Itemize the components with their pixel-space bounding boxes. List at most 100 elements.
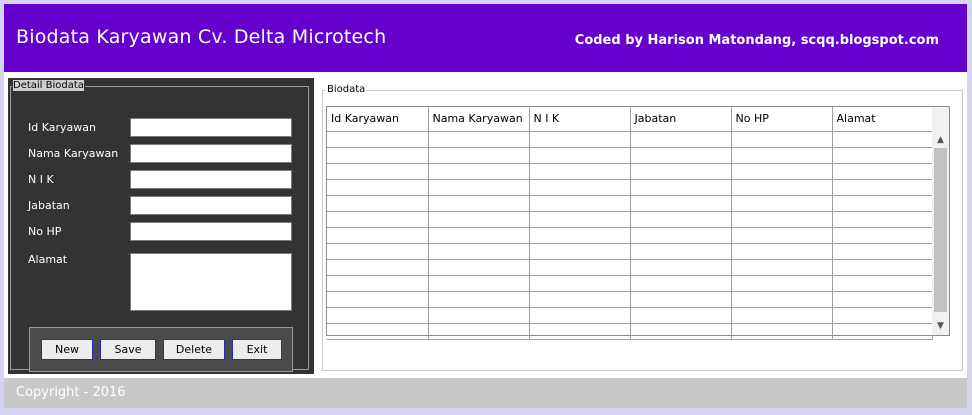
table-cell[interactable] — [327, 291, 429, 308]
table-cell[interactable] — [630, 275, 732, 292]
table-cell[interactable] — [630, 227, 732, 244]
table-cell[interactable] — [529, 307, 631, 324]
chevron-up-icon[interactable]: ▲ — [932, 133, 949, 147]
table-cell[interactable] — [630, 195, 732, 212]
table-row[interactable] — [327, 275, 933, 292]
table-cell[interactable] — [428, 163, 530, 180]
table-row[interactable] — [327, 195, 933, 212]
exit-button[interactable]: Exit — [232, 339, 282, 360]
table-row[interactable] — [327, 211, 933, 228]
table-row[interactable] — [327, 323, 933, 340]
table-cell[interactable] — [630, 259, 732, 276]
table-cell[interactable] — [832, 227, 933, 244]
table-row[interactable] — [327, 147, 933, 164]
table-cell[interactable] — [731, 243, 833, 260]
column-header[interactable]: Alamat — [832, 107, 933, 132]
table-cell[interactable] — [428, 195, 530, 212]
column-header[interactable]: N I K — [529, 107, 631, 132]
table-cell[interactable] — [832, 275, 933, 292]
table-cell[interactable] — [630, 147, 732, 164]
table-cell[interactable] — [630, 179, 732, 196]
table-row[interactable] — [327, 163, 933, 180]
table-cell[interactable] — [731, 307, 833, 324]
table-cell[interactable] — [327, 211, 429, 228]
table-cell[interactable] — [327, 147, 429, 164]
table-cell[interactable] — [832, 323, 933, 340]
table-cell[interactable] — [731, 227, 833, 244]
id-karyawan-input[interactable] — [130, 118, 292, 137]
table-cell[interactable] — [529, 211, 631, 228]
table-cell[interactable] — [832, 163, 933, 180]
table-cell[interactable] — [832, 179, 933, 196]
table-cell[interactable] — [529, 131, 631, 148]
table-cell[interactable] — [832, 259, 933, 276]
table-row[interactable] — [327, 291, 933, 308]
nik-input[interactable] — [130, 170, 292, 189]
table-cell[interactable] — [428, 147, 530, 164]
table-cell[interactable] — [428, 291, 530, 308]
table-cell[interactable] — [529, 323, 631, 340]
table-cell[interactable] — [832, 147, 933, 164]
table-cell[interactable] — [832, 291, 933, 308]
table-cell[interactable] — [529, 163, 631, 180]
table-cell[interactable] — [327, 307, 429, 324]
table-cell[interactable] — [428, 211, 530, 228]
alamat-textarea[interactable] — [130, 253, 292, 311]
table-cell[interactable] — [428, 275, 530, 292]
table-cell[interactable] — [529, 291, 631, 308]
table-cell[interactable] — [630, 291, 732, 308]
table-row[interactable] — [327, 179, 933, 196]
table-cell[interactable] — [428, 259, 530, 276]
table-cell[interactable] — [327, 323, 429, 340]
table-cell[interactable] — [327, 195, 429, 212]
table-cell[interactable] — [832, 195, 933, 212]
no-hp-input[interactable] — [130, 222, 292, 241]
new-button[interactable]: New — [41, 339, 93, 360]
table-cell[interactable] — [428, 243, 530, 260]
table-cell[interactable] — [529, 275, 631, 292]
table-cell[interactable] — [428, 307, 530, 324]
table-row[interactable] — [327, 259, 933, 276]
table-cell[interactable] — [529, 227, 631, 244]
chevron-down-icon[interactable]: ▼ — [932, 319, 949, 333]
table-cell[interactable] — [630, 211, 732, 228]
vertical-scrollbar[interactable]: ▲ ▼ — [932, 107, 949, 335]
table-cell[interactable] — [832, 131, 933, 148]
table-cell[interactable] — [630, 131, 732, 148]
table-cell[interactable] — [731, 275, 833, 292]
table-cell[interactable] — [529, 195, 631, 212]
table-cell[interactable] — [630, 243, 732, 260]
delete-button[interactable]: Delete — [163, 339, 225, 360]
table-cell[interactable] — [731, 163, 833, 180]
table-cell[interactable] — [327, 131, 429, 148]
table-cell[interactable] — [731, 179, 833, 196]
table-cell[interactable] — [731, 291, 833, 308]
table-cell[interactable] — [731, 147, 833, 164]
column-header[interactable]: Jabatan — [630, 107, 732, 132]
table-cell[interactable] — [832, 243, 933, 260]
table-cell[interactable] — [731, 211, 833, 228]
table-cell[interactable] — [428, 131, 530, 148]
table-cell[interactable] — [428, 179, 530, 196]
table-cell[interactable] — [327, 275, 429, 292]
column-header[interactable]: Id Karyawan — [327, 107, 429, 132]
table-row[interactable] — [327, 243, 933, 260]
table-cell[interactable] — [832, 211, 933, 228]
save-button[interactable]: Save — [100, 339, 156, 360]
nama-karyawan-input[interactable] — [130, 144, 292, 163]
biodata-table[interactable]: Id Karyawan Nama Karyawan N I K Jabatan No H… — [326, 106, 950, 340]
table-cell[interactable] — [327, 243, 429, 260]
scrollbar-thumb[interactable] — [934, 148, 947, 312]
table-cell[interactable] — [731, 259, 833, 276]
table-cell[interactable] — [327, 163, 429, 180]
column-header[interactable]: Nama Karyawan — [428, 107, 530, 132]
table-cell[interactable] — [529, 259, 631, 276]
table-cell[interactable] — [832, 307, 933, 324]
table-cell[interactable] — [731, 131, 833, 148]
table-cell[interactable] — [630, 163, 732, 180]
table-row[interactable] — [327, 131, 933, 148]
table-cell[interactable] — [327, 259, 429, 276]
table-cell[interactable] — [529, 147, 631, 164]
table-cell[interactable] — [630, 323, 732, 340]
table-cell[interactable] — [428, 227, 530, 244]
